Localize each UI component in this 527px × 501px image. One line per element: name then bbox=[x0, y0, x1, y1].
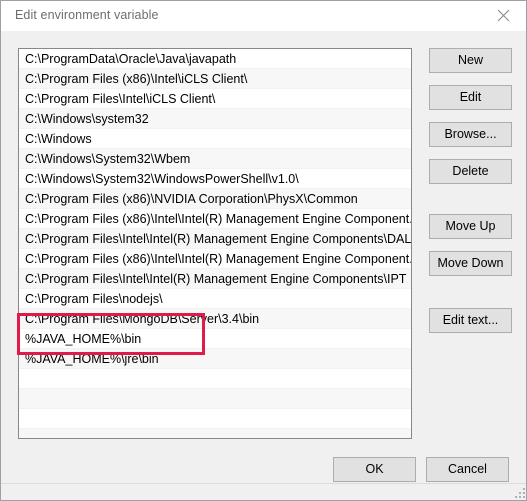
path-list-item[interactable]: C:\Program Files\nodejs\ bbox=[19, 289, 411, 309]
path-list-item[interactable]: C:\Windows\System32\WindowsPowerShell\v1… bbox=[19, 169, 411, 189]
edit-text-button[interactable]: Edit text... bbox=[429, 308, 512, 333]
move-down-button[interactable]: Move Down bbox=[429, 251, 512, 276]
edit-environment-variable-dialog: Edit environment variable C:\ProgramData… bbox=[0, 0, 527, 501]
path-list-item[interactable] bbox=[19, 409, 411, 429]
title-bar: Edit environment variable bbox=[1, 1, 526, 31]
window-title: Edit environment variable bbox=[15, 8, 159, 22]
close-icon[interactable] bbox=[481, 1, 526, 30]
path-list-item[interactable] bbox=[19, 429, 411, 438]
path-list-item[interactable]: C:\Program Files\Intel\Intel(R) Manageme… bbox=[19, 269, 411, 289]
delete-button[interactable]: Delete bbox=[429, 159, 512, 184]
ok-button[interactable]: OK bbox=[333, 457, 416, 482]
path-list-item[interactable]: C:\Program Files\MongoDB\Server\3.4\bin bbox=[19, 309, 411, 329]
path-list-item[interactable] bbox=[19, 389, 411, 409]
cancel-button[interactable]: Cancel bbox=[426, 457, 509, 482]
dialog-client-area: C:\ProgramData\Oracle\Java\javapath C:\Pr… bbox=[1, 31, 526, 483]
new-button[interactable]: New bbox=[429, 48, 512, 73]
path-list-item[interactable]: C:\Program Files (x86)\Intel\iCLS Client… bbox=[19, 69, 411, 89]
move-up-button[interactable]: Move Up bbox=[429, 214, 512, 239]
path-list-item[interactable]: C:\Windows bbox=[19, 129, 411, 149]
path-list-item[interactable]: %JAVA_HOME%\bin bbox=[19, 329, 411, 349]
edit-button[interactable]: Edit bbox=[429, 85, 512, 110]
path-list-item[interactable]: C:\Windows\System32\Wbem bbox=[19, 149, 411, 169]
path-list-item[interactable]: %JAVA_HOME%\jre\bin bbox=[19, 349, 411, 369]
path-list-item[interactable]: C:\Program Files (x86)\NVIDIA Corporatio… bbox=[19, 189, 411, 209]
path-list-item[interactable]: C:\Windows\system32 bbox=[19, 109, 411, 129]
path-list-item[interactable]: C:\Program Files\Intel\iCLS Client\ bbox=[19, 89, 411, 109]
browse-button[interactable]: Browse... bbox=[429, 122, 512, 147]
path-list-item[interactable] bbox=[19, 369, 411, 389]
path-list-item[interactable]: C:\Program Files\Intel\Intel(R) Manageme… bbox=[19, 229, 411, 249]
resize-grip-icon[interactable] bbox=[514, 488, 526, 500]
path-list[interactable]: C:\ProgramData\Oracle\Java\javapath C:\Pr… bbox=[18, 48, 412, 439]
status-strip bbox=[1, 483, 526, 500]
path-list-item[interactable]: C:\Program Files (x86)\Intel\Intel(R) Ma… bbox=[19, 209, 411, 229]
path-list-item[interactable]: C:\ProgramData\Oracle\Java\javapath bbox=[19, 49, 411, 69]
path-list-item[interactable]: C:\Program Files (x86)\Intel\Intel(R) Ma… bbox=[19, 249, 411, 269]
